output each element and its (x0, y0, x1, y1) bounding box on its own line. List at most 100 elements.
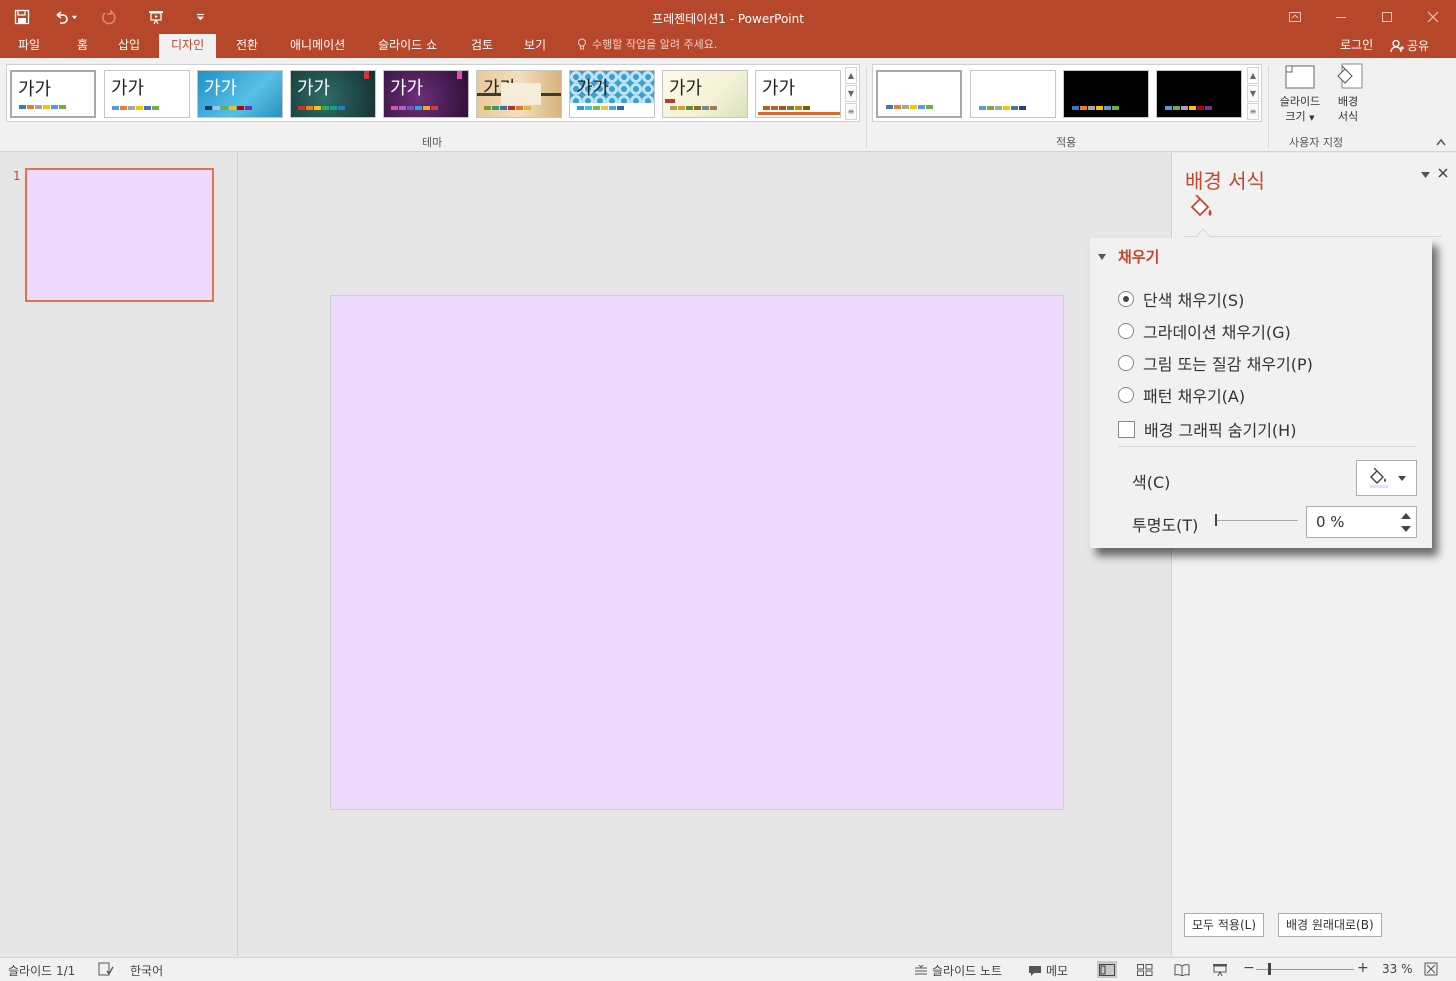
variant-swatches (1165, 106, 1213, 110)
variants-gallery: ▲ ▼ ≡ (872, 64, 1262, 122)
zoom-in-icon[interactable]: + (1357, 960, 1369, 976)
apply-to-all-button[interactable]: 모두 적용(L) (1184, 913, 1265, 937)
maximize-icon[interactable] (1364, 0, 1410, 34)
transparency-spinner[interactable]: 0 % (1306, 506, 1417, 538)
solid-fill-radio[interactable] (1118, 291, 1134, 307)
slide-show-view-icon[interactable] (1210, 961, 1230, 978)
zoom-level[interactable]: 33 % (1382, 962, 1413, 976)
hide-background-graphics-checkbox[interactable] (1118, 420, 1135, 438)
login-link[interactable]: 로그인 (1340, 34, 1373, 58)
slide-number: 1 (13, 169, 21, 183)
variant-1[interactable] (876, 70, 962, 118)
theme-retrospect[interactable]: 가가 (569, 70, 655, 118)
collapse-ribbon-icon[interactable] (1436, 138, 1446, 149)
pane-close-icon[interactable] (1438, 167, 1448, 182)
theme-sample-text: 가가 (204, 78, 238, 99)
theme-facet[interactable]: 가가 (197, 70, 283, 118)
themes-gallery-scroll[interactable]: ▲ ▼ ≡ (845, 67, 857, 121)
pane-controls (1413, 167, 1448, 182)
minimize-icon[interactable] (1318, 0, 1364, 34)
hide-background-graphics-option[interactable]: 배경 그래픽 숨기기(H) (1118, 417, 1296, 441)
language-indicator[interactable]: 한국어 (130, 962, 163, 979)
tell-me-search[interactable]: 수행할 작업을 알려 주세요. (576, 34, 717, 58)
spell-check-icon[interactable] (98, 962, 118, 976)
transparency-slider-handle[interactable] (1215, 514, 1217, 526)
scroll-up-icon[interactable]: ▲ (1247, 67, 1259, 84)
reading-view-icon[interactable] (1172, 961, 1192, 978)
window-title: 프레젠테이션1 - PowerPoint (652, 12, 804, 26)
tab-file[interactable]: 파일 (6, 34, 52, 58)
scroll-up-icon[interactable]: ▲ (845, 67, 857, 84)
picture-fill-label: 그림 또는 질감 채우기(P) (1143, 355, 1313, 374)
gallery-more-icon[interactable]: ≡ (1247, 103, 1259, 120)
fill-bucket-icon[interactable] (1188, 194, 1216, 224)
variant-4[interactable] (1156, 70, 1242, 118)
slide-canvas[interactable] (330, 295, 1064, 810)
theme-office[interactable]: 가가 (10, 70, 96, 118)
zoom-slider-handle[interactable] (1268, 963, 1271, 975)
notes-button[interactable]: 슬라이드 노트 (914, 962, 1002, 979)
variants-gallery-scroll[interactable]: ▲ ▼ ≡ (1247, 67, 1259, 121)
variant-2[interactable] (970, 70, 1056, 118)
format-background-button[interactable]: 배경 서식 (1322, 62, 1374, 124)
variant-3[interactable] (1063, 70, 1149, 118)
gradient-fill-radio[interactable] (1118, 323, 1134, 339)
theme-sample-text: 가가 (762, 78, 796, 99)
picture-fill-radio[interactable] (1118, 355, 1134, 371)
comments-button[interactable]: 메모 (1028, 962, 1068, 979)
tab-insert[interactable]: 삽입 (106, 34, 152, 58)
group-separator (1268, 66, 1269, 148)
tab-view[interactable]: 보기 (512, 34, 558, 58)
slide-editor (239, 153, 1171, 956)
scroll-down-icon[interactable]: ▼ (1247, 85, 1259, 102)
normal-view-icon[interactable] (1097, 961, 1117, 978)
close-icon[interactable] (1410, 0, 1456, 34)
tab-transitions[interactable]: 전환 (224, 34, 270, 58)
tell-me-text: 수행할 작업을 알려 주세요. (592, 38, 718, 51)
theme-organic[interactable]: 가가 (476, 70, 562, 118)
slide-thumbnail[interactable] (25, 168, 214, 302)
spin-down-icon[interactable] (1401, 526, 1411, 532)
transparency-label: 투명도(T) (1132, 516, 1199, 535)
slide-sorter-view-icon[interactable] (1135, 961, 1155, 978)
reset-background-button[interactable]: 배경 원래대로(B) (1278, 913, 1382, 937)
theme-celestial[interactable]: 가가 (755, 70, 841, 118)
spin-up-icon[interactable] (1401, 513, 1411, 519)
status-bar: 슬라이드 1/1 한국어 슬라이드 노트 메모 − + 33 % (0, 957, 1456, 981)
theme-wisp[interactable]: 가가 (662, 70, 748, 118)
transparency-value[interactable]: 0 % (1316, 513, 1345, 531)
tab-home[interactable]: 홈 (65, 34, 100, 58)
pattern-fill-label: 패턴 채우기(A) (1143, 387, 1246, 406)
zoom-out-icon[interactable]: − (1243, 960, 1255, 976)
gallery-more-icon[interactable]: ≡ (845, 103, 857, 120)
themes-gallery: 가가 가가 가가 가가 가가 가가 가가 가가 가가 ▲ ▼ ≡ (6, 64, 860, 122)
tab-animations[interactable]: 애니메이션 (278, 34, 357, 58)
theme-ion[interactable]: 가가 (290, 70, 376, 118)
fill-color-button[interactable] (1356, 460, 1417, 496)
tab-design[interactable]: 디자인 (159, 34, 217, 58)
tab-slide-show[interactable]: 슬라이드 쇼 (366, 34, 449, 58)
ribbon-display-options-icon[interactable] (1272, 0, 1318, 34)
pattern-fill-radio[interactable] (1118, 387, 1134, 403)
pane-options-icon[interactable] (1421, 167, 1430, 182)
gradient-fill-option[interactable]: 그라데이션 채우기(G) (1118, 319, 1291, 343)
format-background-icon (1337, 63, 1363, 89)
fit-to-window-icon[interactable] (1424, 962, 1442, 976)
notes-icon (915, 964, 927, 974)
slides-pane: 1 (0, 153, 238, 956)
pattern-fill-option[interactable]: 패턴 채우기(A) (1118, 383, 1245, 407)
solid-fill-option[interactable]: 단색 채우기(S) (1118, 287, 1244, 311)
scroll-down-icon[interactable]: ▼ (845, 85, 857, 102)
theme-swatches (484, 106, 532, 110)
transparency-slider-track[interactable] (1216, 520, 1298, 521)
picture-fill-option[interactable]: 그림 또는 질감 채우기(P) (1118, 351, 1313, 375)
theme-swatches (670, 106, 718, 110)
slide-size-icon (1285, 65, 1315, 89)
tab-review[interactable]: 검토 (459, 34, 505, 58)
slide-size-button[interactable]: 슬라이드 크기 ▼ (1274, 62, 1326, 126)
theme-ion-boardroom[interactable]: 가가 (383, 70, 469, 118)
fill-section-header[interactable]: 채우기 (1098, 246, 1159, 267)
theme-office-2[interactable]: 가가 (104, 70, 190, 118)
share-button[interactable]: 공유 (1390, 34, 1452, 58)
theme-swatches (112, 106, 160, 110)
